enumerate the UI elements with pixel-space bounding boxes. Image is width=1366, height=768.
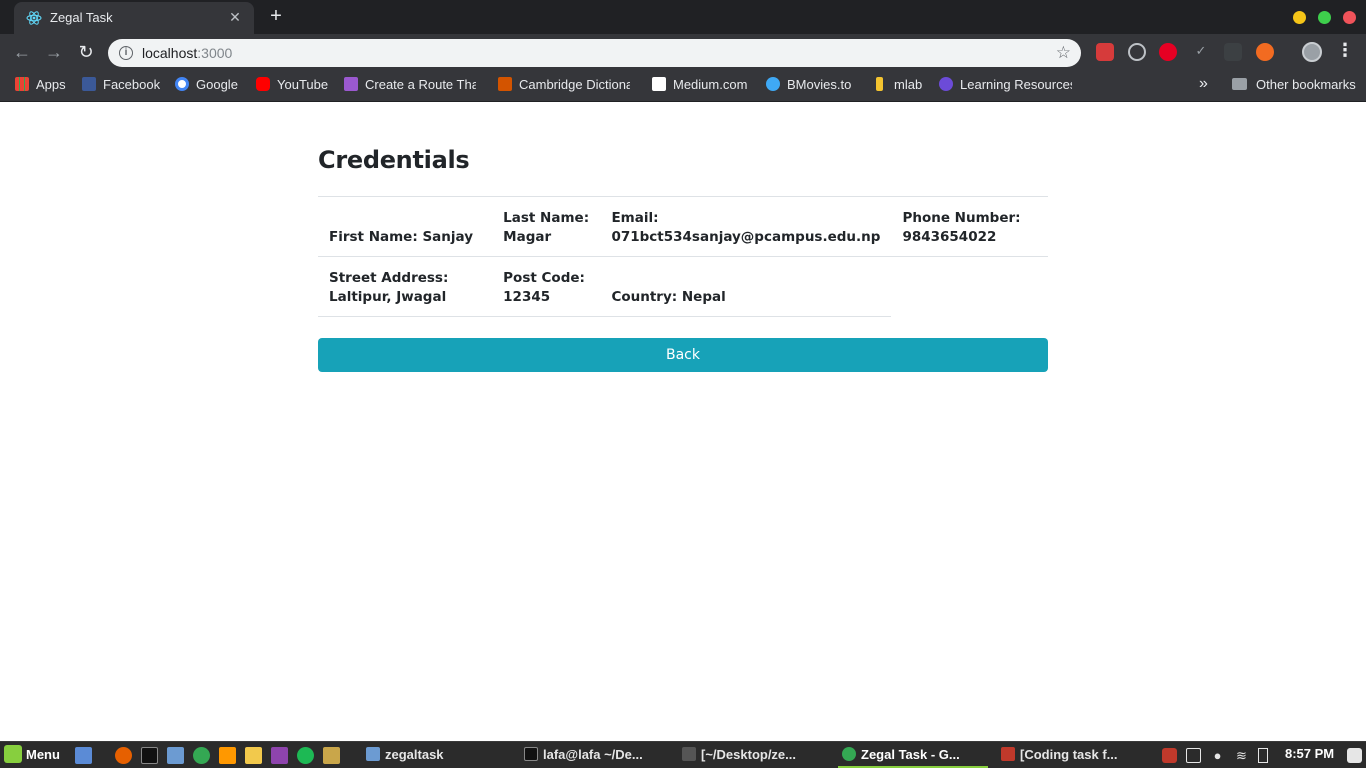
document-icon xyxy=(1001,747,1015,761)
terminal-icon[interactable] xyxy=(141,747,158,764)
facebook-icon xyxy=(82,77,96,91)
close-tab-icon[interactable]: ✕ xyxy=(226,8,244,26)
mint-logo-icon xyxy=(4,745,22,763)
table-row: First Name: Sanjay Last Name: Magar Emai… xyxy=(318,196,1048,257)
bookmark-create-route[interactable]: Create a Route That xyxy=(344,77,476,95)
task-chrome[interactable]: Zegal Task - G... xyxy=(842,747,960,762)
react-icon xyxy=(26,11,42,25)
battery-icon[interactable] xyxy=(1258,748,1268,763)
learning-icon xyxy=(939,77,953,91)
url-text: localhost:3000 xyxy=(142,45,232,61)
bookmark-bmovies[interactable]: BMovies.to xyxy=(766,77,851,95)
last-name-cell: Last Name: Magar xyxy=(492,196,601,257)
bookmarks-overflow-icon[interactable]: » xyxy=(1199,75,1208,93)
minimize-window-button[interactable] xyxy=(1293,11,1306,24)
page-title: Credentials xyxy=(318,146,470,174)
cloud-icon xyxy=(344,77,358,91)
bookmark-learning-resources[interactable]: Learning Resources xyxy=(939,77,1072,95)
checkmark-icon[interactable]: ✓ xyxy=(1192,43,1210,61)
url-host: localhost xyxy=(142,45,198,61)
street-address-cell: Street Address: Laltipur, Jwagal xyxy=(318,256,493,317)
extension-target-icon[interactable] xyxy=(1128,43,1146,61)
chrome-icon xyxy=(842,747,856,761)
spotify-icon[interactable] xyxy=(297,747,314,764)
bookmark-facebook[interactable]: Facebook xyxy=(82,77,160,95)
cambridge-icon xyxy=(498,77,512,91)
bookmark-cambridge[interactable]: Cambridge Dictiona xyxy=(498,77,630,95)
os-taskbar: Menu zegaltask lafa@lafa ~/De... [~/Desk… xyxy=(0,741,1366,768)
site-info-icon[interactable]: i xyxy=(119,46,133,60)
terminal-icon xyxy=(524,747,538,761)
maximize-window-button[interactable] xyxy=(1318,11,1331,24)
post-code-cell: Post Code: 12345 xyxy=(492,256,601,317)
apps-grid-icon xyxy=(15,77,29,91)
sublime-icon xyxy=(682,747,696,761)
clock[interactable]: 8:57 PM xyxy=(1285,746,1334,761)
youtube-icon xyxy=(256,77,270,91)
play-icon xyxy=(766,77,780,91)
start-menu-button[interactable]: Menu xyxy=(4,745,60,763)
clipboard-icon[interactable] xyxy=(1186,748,1201,763)
extension-orange-icon[interactable] xyxy=(1256,43,1274,61)
show-desktop-icon[interactable] xyxy=(75,747,92,764)
reload-icon[interactable]: ↻ xyxy=(74,40,98,64)
url-port: :3000 xyxy=(197,45,233,61)
credentials-table: First Name: Sanjay Last Name: Magar Emai… xyxy=(318,196,1048,317)
folder-icon xyxy=(1232,78,1247,90)
user-icon[interactable]: ● xyxy=(1210,748,1225,763)
country-cell: Country: Nepal xyxy=(600,256,892,317)
firefox-icon[interactable] xyxy=(115,747,132,764)
back-button[interactable]: Back xyxy=(318,338,1048,372)
first-name-cell: First Name: Sanjay xyxy=(318,196,493,257)
profile-avatar[interactable] xyxy=(1302,42,1322,62)
image-viewer-icon[interactable] xyxy=(323,747,340,764)
folder-icon xyxy=(366,747,380,761)
new-tab-button[interactable]: + xyxy=(265,5,287,27)
forward-arrow-icon[interactable]: → xyxy=(42,40,66,64)
bookmark-mlab[interactable]: mlab xyxy=(873,77,922,95)
more-menu-icon[interactable]: ⋮ xyxy=(1336,40,1354,61)
task-zegaltask[interactable]: zegaltask xyxy=(366,747,444,762)
bookmark-star-icon[interactable]: ☆ xyxy=(1056,43,1071,63)
bookmark-youtube[interactable]: YouTube xyxy=(256,77,328,95)
browser-tab-strip: Zegal Task ✕ + xyxy=(0,0,1366,34)
video-icon[interactable] xyxy=(271,747,288,764)
browser-toolbar: ← → ↻ i localhost:3000 ☆ ✓ ⋮ xyxy=(0,34,1366,70)
extension-dark-icon[interactable] xyxy=(1224,43,1242,61)
bookmarks-bar: Apps Facebook Google YouTube Create a Ro… xyxy=(0,70,1366,102)
close-window-button[interactable] xyxy=(1343,11,1356,24)
email-cell: Email: 071bct534sanjay@pcampus.edu.np xyxy=(600,196,892,257)
pinterest-icon[interactable] xyxy=(1159,43,1177,61)
bookmark-google[interactable]: Google xyxy=(175,77,238,95)
bookmark-medium[interactable]: Medium.com xyxy=(652,77,747,95)
files-icon[interactable] xyxy=(167,747,184,764)
task-coding-task[interactable]: [Coding task f... xyxy=(1001,747,1118,762)
bookmark-other[interactable]: Other bookmarks xyxy=(1232,77,1356,95)
bookmark-apps[interactable]: Apps xyxy=(15,77,66,95)
empty-cell xyxy=(891,256,1048,317)
task-terminal[interactable]: lafa@lafa ~/De... xyxy=(524,747,643,762)
text-editor-icon[interactable] xyxy=(245,747,262,764)
medium-icon xyxy=(652,77,666,91)
google-icon xyxy=(175,77,189,91)
phone-number-cell: Phone Number: 9843654022 xyxy=(891,196,1048,257)
mlab-icon xyxy=(876,77,883,91)
tab-title: Zegal Task xyxy=(50,10,113,25)
chrome-icon[interactable] xyxy=(193,747,210,764)
browser-tab-active[interactable]: Zegal Task ✕ xyxy=(14,2,254,34)
wifi-icon[interactable]: ≋ xyxy=(1234,748,1249,763)
shield-icon[interactable] xyxy=(1162,748,1177,763)
sublime-icon[interactable] xyxy=(219,747,236,764)
table-row: Street Address: Laltipur, Jwagal Post Co… xyxy=(318,256,1048,317)
address-bar[interactable]: i localhost:3000 ☆ xyxy=(108,39,1081,67)
extension-red-icon[interactable] xyxy=(1096,43,1114,61)
back-arrow-icon[interactable]: ← xyxy=(10,40,34,64)
notifications-icon[interactable] xyxy=(1347,748,1362,763)
task-sublime[interactable]: [~/Desktop/ze... xyxy=(682,747,796,762)
